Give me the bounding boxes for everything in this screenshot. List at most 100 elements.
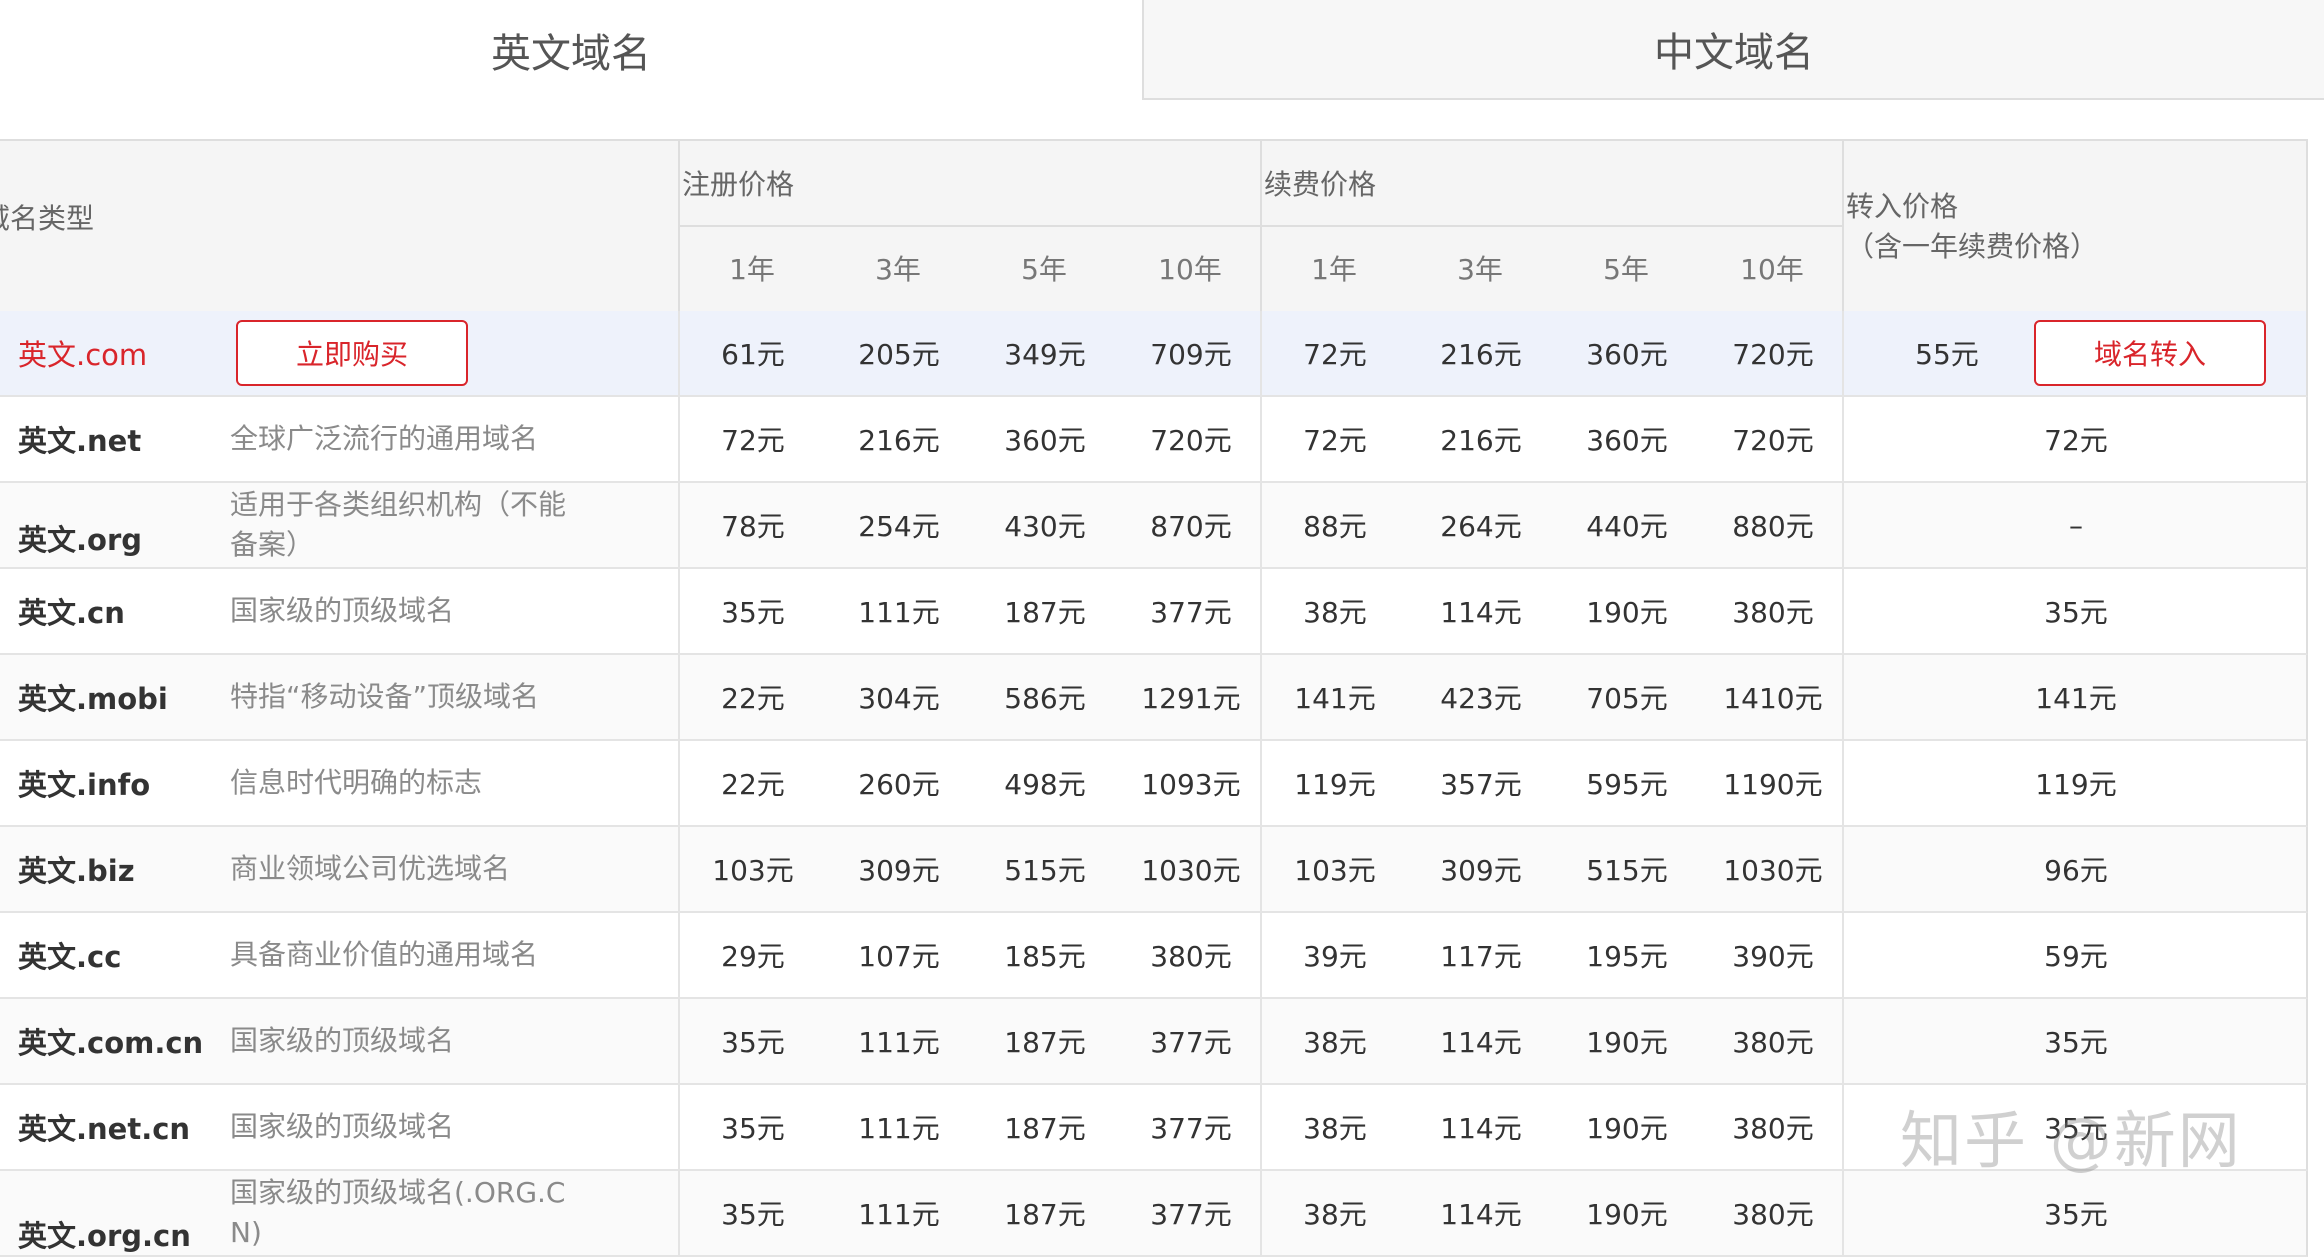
renew-price-1y: 39元 bbox=[1303, 940, 1367, 973]
register-price-10y: 377元 bbox=[1150, 596, 1232, 629]
register-price-1y: 72元 bbox=[721, 424, 785, 457]
register-price-5y: 187元 bbox=[1004, 1026, 1086, 1059]
table-row: 英文.cn 国家级的顶级域名 35元 111元 187元 377元 38元 11… bbox=[0, 569, 2308, 655]
renew-price-3y: 309元 bbox=[1440, 854, 1522, 887]
renew-price-1y: 38元 bbox=[1303, 1112, 1367, 1145]
register-year-5: 5年 bbox=[1021, 253, 1067, 286]
register-price-1y: 22元 bbox=[721, 768, 785, 801]
register-price-3y: 111元 bbox=[858, 1112, 940, 1145]
renew-year-1: 1年 bbox=[1311, 253, 1357, 286]
register-price-10y: 377元 bbox=[1150, 1112, 1232, 1145]
header-register-price: 注册价格 bbox=[682, 168, 795, 201]
register-price-1y: 22元 bbox=[721, 682, 785, 715]
domain-description: 特指“移动设备”顶级域名 bbox=[230, 680, 540, 713]
header-transfer-sub: （含一年续费价格） bbox=[1846, 230, 2099, 263]
renew-price-10y: 880元 bbox=[1732, 510, 1814, 543]
table-row: 英文.org.cn 国家级的顶级域名(.ORG.CN) 35元 111元 187… bbox=[0, 1171, 2308, 1257]
renew-price-10y: 1190元 bbox=[1723, 768, 1823, 801]
domain-description: 适用于各类组织机构（不能备案） bbox=[230, 488, 567, 561]
register-price-5y: 430元 bbox=[1004, 510, 1086, 543]
header-domain-type: 域名类型 bbox=[0, 202, 95, 235]
renew-year-10: 10年 bbox=[1740, 253, 1804, 286]
renew-price-5y: 190元 bbox=[1586, 596, 1668, 629]
domain-transfer-button[interactable]: 域名转入 bbox=[2034, 320, 2266, 386]
domain-name: 英文.biz bbox=[18, 854, 135, 888]
renew-year-3: 3年 bbox=[1457, 253, 1503, 286]
renew-price-1y: 72元 bbox=[1303, 424, 1367, 457]
register-price-10y: 709元 bbox=[1150, 338, 1232, 371]
register-price-3y: 111元 bbox=[858, 1198, 940, 1231]
domain-name: 英文.cn bbox=[18, 596, 125, 630]
transfer-price: 119元 bbox=[2035, 768, 2117, 801]
transfer-price: 55元 bbox=[1915, 338, 1979, 371]
table-row: 英文.org 适用于各类组织机构（不能备案） 78元 254元 430元 870… bbox=[0, 483, 2308, 569]
register-price-10y: 1030元 bbox=[1141, 854, 1241, 887]
register-price-3y: 260元 bbox=[858, 768, 940, 801]
register-price-10y: 870元 bbox=[1150, 510, 1232, 543]
renew-price-10y: 380元 bbox=[1732, 1026, 1814, 1059]
register-price-1y: 35元 bbox=[721, 1112, 785, 1145]
renew-price-5y: 195元 bbox=[1586, 940, 1668, 973]
domain-description: 商业领域公司优选域名 bbox=[230, 852, 511, 885]
renew-price-1y: 141元 bbox=[1294, 682, 1376, 715]
table-row: 英文.cc 具备商业价值的通用域名 29元 107元 185元 380元 39元… bbox=[0, 913, 2308, 999]
renew-price-3y: 216元 bbox=[1440, 338, 1522, 371]
renew-price-10y: 380元 bbox=[1732, 596, 1814, 629]
renew-price-5y: 515元 bbox=[1586, 854, 1668, 887]
header-renew-price: 续费价格 bbox=[1264, 168, 1377, 201]
register-price-3y: 216元 bbox=[858, 424, 940, 457]
renew-price-1y: 38元 bbox=[1303, 596, 1367, 629]
domain-description: 具备商业价值的通用域名 bbox=[230, 938, 539, 971]
renew-price-10y: 720元 bbox=[1732, 338, 1814, 371]
register-price-10y: 1291元 bbox=[1141, 682, 1241, 715]
register-price-5y: 498元 bbox=[1004, 768, 1086, 801]
domain-description: 国家级的顶级域名 bbox=[230, 1110, 455, 1143]
domain-name: 英文.net bbox=[18, 424, 142, 458]
domain-name: 英文.com.cn bbox=[18, 1026, 204, 1060]
renew-price-10y: 380元 bbox=[1732, 1112, 1814, 1145]
register-price-3y: 254元 bbox=[858, 510, 940, 543]
transfer-price: 35元 bbox=[2044, 1026, 2108, 1059]
renew-price-5y: 595元 bbox=[1586, 768, 1668, 801]
register-price-1y: 61元 bbox=[721, 338, 785, 371]
domain-description: 国家级的顶级域名(.ORG.CN) bbox=[230, 1176, 566, 1249]
renew-price-5y: 190元 bbox=[1586, 1198, 1668, 1231]
renew-price-10y: 390元 bbox=[1732, 940, 1814, 973]
register-price-5y: 349元 bbox=[1004, 338, 1086, 371]
renew-price-3y: 114元 bbox=[1440, 596, 1522, 629]
table-row: 英文.info 信息时代明确的标志 22元 260元 498元 1093元 11… bbox=[0, 741, 2308, 827]
transfer-price: 59元 bbox=[2044, 940, 2108, 973]
transfer-price: 141元 bbox=[2035, 682, 2117, 715]
renew-price-1y: 38元 bbox=[1303, 1026, 1367, 1059]
tab-english-domain[interactable]: 英文域名 bbox=[0, 0, 1142, 100]
register-price-5y: 187元 bbox=[1004, 1112, 1086, 1145]
renew-year-5: 5年 bbox=[1603, 253, 1649, 286]
renew-price-3y: 423元 bbox=[1440, 682, 1522, 715]
register-price-5y: 360元 bbox=[1004, 424, 1086, 457]
register-price-3y: 111元 bbox=[858, 1026, 940, 1059]
table-row: 英文.net 全球广泛流行的通用域名 72元 216元 360元 720元 72… bbox=[0, 397, 2308, 483]
renew-price-5y: 360元 bbox=[1586, 338, 1668, 371]
register-price-1y: 35元 bbox=[721, 596, 785, 629]
table-row: 英文.mobi 特指“移动设备”顶级域名 22元 304元 586元 1291元… bbox=[0, 655, 2308, 741]
register-price-10y: 377元 bbox=[1150, 1198, 1232, 1231]
register-price-10y: 380元 bbox=[1150, 940, 1232, 973]
domain-name: 英文.mobi bbox=[18, 682, 168, 716]
register-price-1y: 29元 bbox=[721, 940, 785, 973]
renew-price-10y: 1410元 bbox=[1723, 682, 1823, 715]
buy-now-button[interactable]: 立即购买 bbox=[236, 320, 468, 386]
renew-price-1y: 119元 bbox=[1294, 768, 1376, 801]
renew-price-3y: 216元 bbox=[1440, 424, 1522, 457]
domain-description: 国家级的顶级域名 bbox=[230, 1024, 455, 1057]
header-transfer-price: 转入价格 bbox=[1846, 190, 1959, 223]
renew-price-3y: 114元 bbox=[1440, 1198, 1522, 1231]
tab-chinese-domain[interactable]: 中文域名 bbox=[1142, 0, 2324, 100]
transfer-price: 72元 bbox=[2044, 424, 2108, 457]
transfer-price: 35元 bbox=[2044, 1198, 2108, 1231]
domain-description: 国家级的顶级域名 bbox=[230, 594, 455, 627]
domain-name: 英文.com bbox=[18, 338, 148, 372]
register-price-3y: 304元 bbox=[858, 682, 940, 715]
register-price-3y: 107元 bbox=[858, 940, 940, 973]
renew-price-5y: 360元 bbox=[1586, 424, 1668, 457]
transfer-price: 35元 bbox=[2044, 596, 2108, 629]
